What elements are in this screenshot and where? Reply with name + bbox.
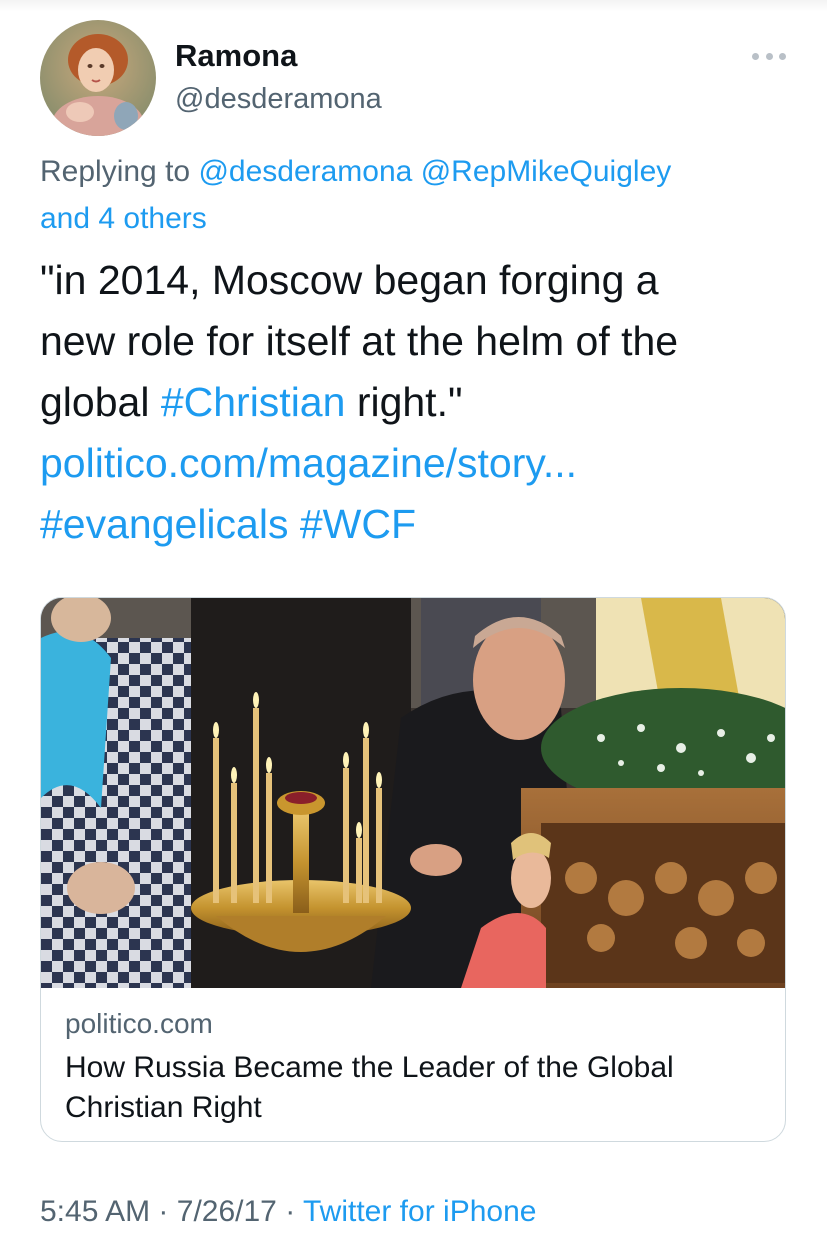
tweet-line: "in 2014, Moscow began forging a [40,257,659,303]
author-avatar[interactable] [40,20,156,136]
hashtag-link[interactable]: #Christian [161,379,346,425]
mention-link[interactable]: @RepMikeQuigley [421,155,672,188]
card-domain: politico.com [65,1008,213,1039]
top-bar-fade [0,0,827,12]
reply-context: Replying to @desderamona @RepMikeQuigley… [40,148,800,242]
separator: · [285,1195,296,1228]
author-name[interactable]: Ramona [175,38,297,74]
dot [779,52,786,60]
tweet-source[interactable]: Twitter for iPhone [303,1195,536,1228]
tweet-meta: 5:45 AM · 7/26/17 · Twitter for iPhone [40,1195,536,1229]
dot [752,52,759,60]
tweet-text: "in 2014, Moscow began forging a new rol… [40,250,800,555]
link-preview-card[interactable]: politico.com How Russia Became the Leade… [40,597,786,1142]
card-title: How Russia Became the Leader of the Glob… [65,1051,674,1124]
tweet-line: global [40,379,161,425]
reply-prefix: Replying to [40,155,191,188]
separator: · [158,1195,169,1228]
mention-link[interactable]: @desderamona [198,155,412,188]
tweet-date[interactable]: 7/26/17 [177,1195,277,1228]
hashtag-link[interactable]: #evangelicals [40,501,288,547]
card-image [41,598,785,988]
ellipsis-icon[interactable] [752,46,786,66]
tweet-line: right." [345,379,463,425]
url-link[interactable]: politico.com/magazine/story... [40,440,577,486]
tweet-line: new role for itself at the helm of the [40,318,679,364]
others-link[interactable]: and 4 others [40,202,207,235]
dot [765,52,773,60]
author-handle[interactable]: @desderamona [175,83,382,116]
hashtag-link[interactable]: #WCF [300,501,416,547]
tweet-time[interactable]: 5:45 AM [40,1195,150,1228]
